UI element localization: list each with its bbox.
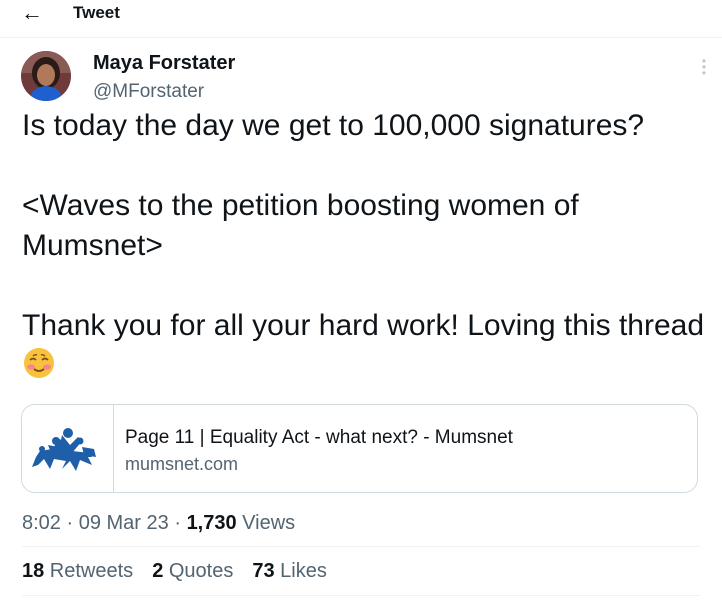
author-handle[interactable]: @MForstater [93,81,204,103]
tweet-paragraph-text: Thank you for all your hard work! Loving… [22,309,705,342]
quotes-count: 2 [152,560,164,582]
views-label: Views [236,512,296,534]
meta-separator: · [168,512,187,534]
likes-label: Likes [274,560,327,582]
tweet-timestamp[interactable]: 8:02 · 09 Mar 23 [22,512,169,534]
tweet-date: 09 Mar 23 [78,512,169,534]
engagement-stats: 18 Retweets 2 Quotes 73 Likes [22,559,346,583]
card-domain: mumsnet.com [125,454,239,474]
tweet-meta: 8:02 · 09 Mar 23 · 1,730 Views [22,511,295,535]
tweet-time: 8:02 [22,512,61,534]
back-arrow-icon[interactable]: ← [18,1,46,25]
divider [22,595,700,596]
tweet-paragraph: Thank you for all your hard work! Loving… [22,306,712,386]
tweet-paragraph: <Waves to the petition boosting women of… [22,189,579,262]
likes-count: 73 [252,560,275,582]
page-title: Tweet [73,3,120,22]
link-preview-card[interactable]: Page 11 | Equality Act - what next? - Mu… [21,404,698,493]
tweet-paragraph: Is today the day we get to 100,000 signa… [22,109,645,142]
retweets-count: 18 [22,560,45,582]
quotes-link[interactable]: 2 Quotes [152,559,233,583]
retweets-label: Retweets [44,560,134,582]
card-title: Page 11 | Equality Act - what next? - Mu… [125,427,513,448]
tweet-text: Is today the day we get to 100,000 signa… [22,106,712,386]
retweets-link[interactable]: 18 Retweets [22,559,133,583]
likes-link[interactable]: 73 Likes [252,559,327,583]
mumsnet-logo-icon [22,405,114,492]
avatar[interactable] [21,51,71,101]
blushing-face-icon [22,346,56,380]
more-options-icon[interactable]: • • • [695,55,713,79]
author-name[interactable]: Maya Forstater [93,51,235,75]
divider [22,546,700,547]
top-bar: ← Tweet [0,0,722,38]
quotes-label: Quotes [163,560,234,582]
meta-separator: · [60,512,79,534]
views-count: 1,730 [186,512,237,534]
